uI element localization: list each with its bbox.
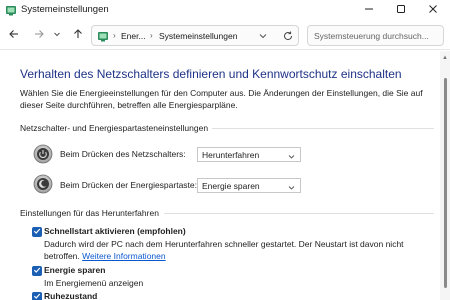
- maximize-button[interactable]: [386, 0, 416, 20]
- power-button-action-select[interactable]: Herunterfahren: [197, 147, 301, 162]
- power-button-action-value: Herunterfahren: [202, 150, 260, 160]
- sleep-button-label: Beim Drücken der Energiespartaste:: [60, 180, 198, 190]
- fast-startup-label[interactable]: Schnellstart aktivieren (empfohlen): [44, 226, 186, 236]
- chevron-down-icon: [288, 152, 295, 159]
- sleep-button-action-select[interactable]: Energie sparen: [197, 178, 301, 193]
- navigation-bar: › Ener... › Systemeinstellungen: [0, 20, 450, 50]
- breadcrumb-separator: ›: [113, 31, 116, 40]
- power-button-icon: [33, 144, 53, 164]
- search-box[interactable]: [307, 25, 444, 46]
- refresh-icon[interactable]: [282, 30, 294, 42]
- checkmark-icon: [33, 227, 41, 237]
- section-divider: [164, 213, 434, 214]
- search-input[interactable]: [314, 29, 438, 43]
- arrow-right-icon: [33, 28, 45, 42]
- main-content: Verhalten des Netzschalters definieren u…: [0, 51, 440, 300]
- sleep-option-checkbox[interactable]: [32, 266, 42, 276]
- up-button[interactable]: [70, 27, 86, 43]
- hibernate-option-label[interactable]: Ruhezustand: [44, 291, 97, 300]
- minimize-button[interactable]: [354, 0, 384, 20]
- close-icon: [428, 4, 438, 16]
- minimize-icon: [364, 4, 374, 16]
- page-description: Wählen Sie die Energieeinstellungen für …: [20, 88, 423, 110]
- breadcrumb-energy-options[interactable]: Ener...: [121, 31, 146, 41]
- close-button[interactable]: [418, 0, 448, 20]
- scroll-up-icon[interactable]: ▲: [442, 55, 448, 61]
- address-bar[interactable]: › Ener... › Systemeinstellungen: [91, 25, 299, 46]
- sleep-option-label[interactable]: Energie sparen: [44, 265, 105, 275]
- maximize-icon: [396, 4, 406, 16]
- title-bar: Systemeinstellungen: [0, 0, 450, 20]
- scrollbar-thumb[interactable]: [444, 78, 447, 288]
- arrow-up-icon: [72, 28, 84, 42]
- sleep-button-action-value: Energie sparen: [202, 181, 260, 191]
- breadcrumb-separator[interactable]: ›: [150, 31, 153, 40]
- breadcrumb-system-settings[interactable]: Systemeinstellungen: [159, 31, 237, 41]
- control-panel-icon: [5, 4, 17, 16]
- section-divider: [212, 128, 434, 129]
- chevron-down-icon: [288, 183, 295, 190]
- sleep-option-description: Im Energiemenü anzeigen: [44, 278, 144, 288]
- window-title: Systemeinstellungen: [21, 4, 109, 15]
- control-panel-icon: [97, 30, 109, 42]
- hibernate-option-checkbox[interactable]: [32, 292, 42, 300]
- arrow-left-icon: [8, 28, 20, 42]
- fast-startup-checkbox[interactable]: [32, 227, 42, 237]
- page-title: Verhalten des Netzschalters definieren u…: [20, 67, 402, 81]
- checkmark-icon: [33, 292, 41, 300]
- forward-button[interactable]: [31, 27, 47, 43]
- sleep-button-icon: [33, 174, 53, 194]
- power-section-title: Netzschalter- und Energiespartasteneinst…: [20, 123, 209, 133]
- checkmark-icon: [33, 266, 41, 276]
- recent-locations-button[interactable]: [52, 27, 62, 43]
- power-button-label: Beim Drücken des Netzschalters:: [60, 149, 186, 159]
- chevron-down-icon[interactable]: [258, 31, 268, 41]
- shutdown-section-title: Einstellungen für das Herunterfahren: [20, 208, 159, 218]
- fast-startup-description: Dadurch wird der PC nach dem Herunterfah…: [44, 238, 434, 262]
- more-info-link[interactable]: Weitere Informationen: [82, 251, 165, 261]
- chevron-down-icon: [53, 30, 61, 40]
- back-button[interactable]: [6, 27, 22, 43]
